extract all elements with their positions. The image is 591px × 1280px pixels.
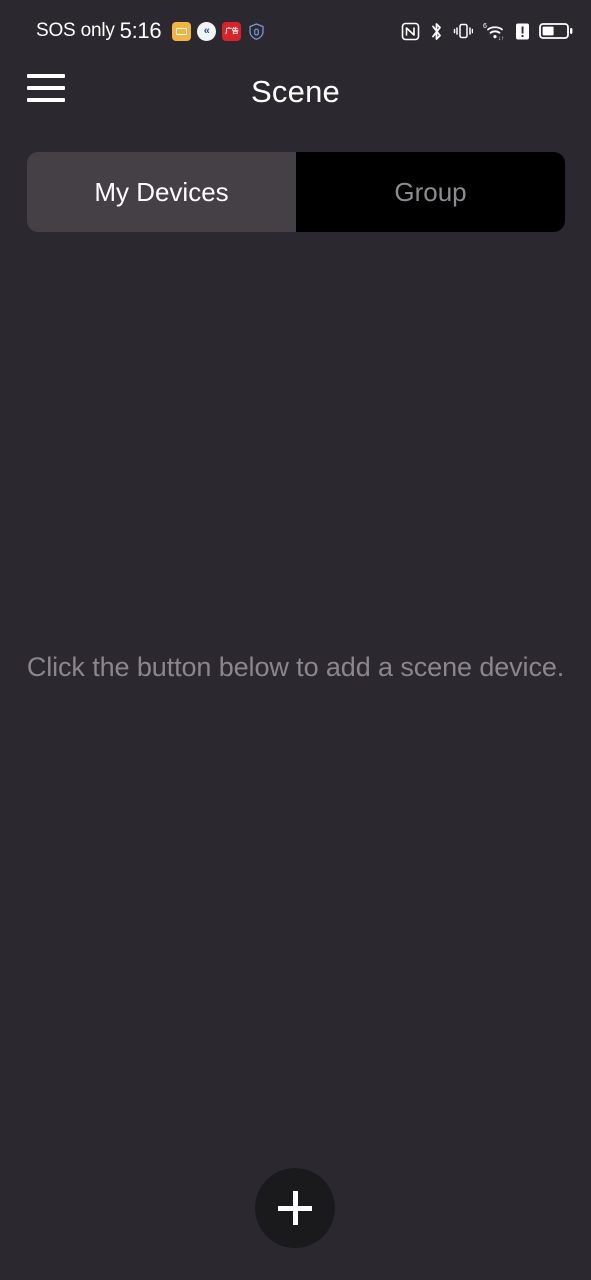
tab-bar: My Devices Group: [27, 152, 565, 232]
status-bar: SOS only 5:16 « 广告 6 ↓↑: [0, 0, 591, 62]
plus-icon-vertical: [292, 1191, 298, 1225]
empty-state-message: Click the button below to add a scene de…: [26, 652, 565, 682]
folder-notification-icon: [172, 21, 192, 41]
carrier-label: SOS only: [36, 20, 115, 41]
app-header: Scene: [0, 62, 591, 134]
svg-text:6: 6: [483, 23, 487, 30]
tab-my-devices[interactable]: My Devices: [27, 152, 296, 232]
vibrate-icon: [453, 23, 473, 39]
status-bar-right: 6 ↓↑: [401, 21, 573, 42]
add-scene-device-button[interactable]: [255, 1168, 335, 1248]
rewind-notification-icon: «: [197, 21, 217, 41]
battery-icon: [539, 23, 573, 39]
clock-label: 5:16: [119, 18, 162, 43]
nfc-icon: [401, 22, 420, 40]
notification-icons: « 广告: [172, 21, 266, 41]
bluetooth-icon: [432, 22, 441, 40]
red-app-notification-icon: 广告: [222, 21, 242, 41]
svg-text:↓↑: ↓↑: [498, 36, 504, 42]
status-bar-left: SOS only 5:16 « 广告: [36, 18, 266, 44]
tab-group[interactable]: Group: [296, 152, 565, 232]
wifi-icon: 6 ↓↑: [483, 23, 504, 42]
alert-icon: [516, 23, 529, 39]
page-title: Scene: [251, 74, 340, 109]
shield-notification-icon: [247, 22, 266, 41]
